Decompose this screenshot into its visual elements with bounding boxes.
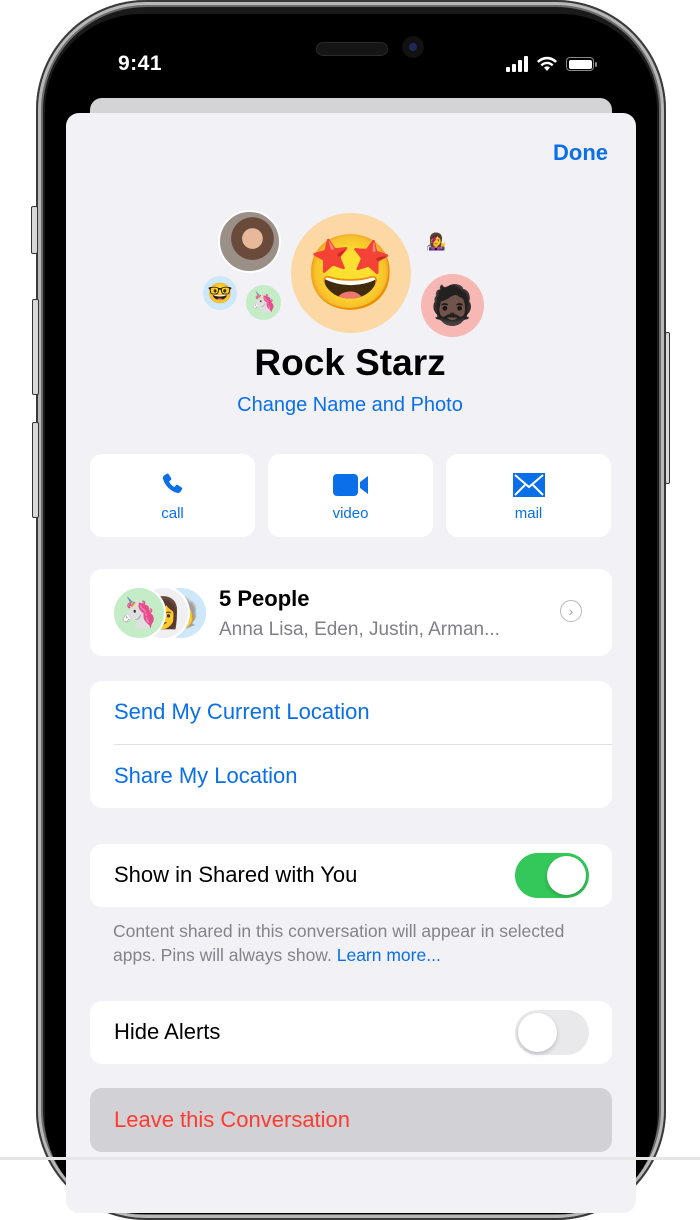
mail-label: mail [514,505,543,522]
volume-down-button [32,422,39,518]
battery-icon [566,57,597,71]
toggle-knob [547,856,586,895]
share-my-location-button[interactable]: Share My Location [114,763,297,789]
people-row[interactable]: 🧓 👩 🦄 5 People Anna Lisa, Eden, Justin, … [90,569,612,656]
group-name: Rock Starz [254,342,446,383]
member-avatar-pink: 👩‍🎤 [423,229,449,255]
earpiece-speaker [316,42,388,56]
phone-icon [159,471,187,499]
toggle-knob [518,1013,557,1052]
wifi-icon [537,56,557,71]
member-avatar-stack: 🧓 👩 🦄 [112,586,212,640]
video-camera-icon [332,471,370,499]
front-camera [402,36,424,58]
hide-alerts-row: Hide Alerts [90,1001,612,1064]
shared-with-you-toggle[interactable] [515,853,589,898]
member-avatar-photo [218,210,281,273]
location-group: Send My Current Location Share My Locati… [90,681,612,808]
shared-with-you-row: Show in Shared with You [90,844,612,907]
cellular-signal-icon [506,56,528,72]
call-button[interactable]: call [90,454,255,537]
call-label: call [161,505,184,522]
video-button[interactable]: video [268,454,433,537]
learn-more-link[interactable]: Learn more... [337,945,441,965]
change-name-photo-link[interactable]: Change Name and Photo [0,394,700,417]
leave-conversation-button[interactable]: Leave this Conversation [90,1088,612,1152]
member-avatar-glasses: 🤓 [203,276,237,310]
chevron-right-circle-icon[interactable]: › [560,600,582,622]
stack-avatar-1: 🦄 [112,586,166,640]
leave-conversation-label: Leave this Conversation [114,1107,351,1132]
shared-with-you-label: Show in Shared with You [114,862,358,887]
envelope-icon [512,471,546,499]
send-current-location-button[interactable]: Send My Current Location [114,699,370,725]
mute-switch [31,206,38,254]
done-button[interactable]: Done [553,140,608,166]
status-icons [506,56,597,72]
divider [114,744,612,745]
hide-alerts-label: Hide Alerts [114,1019,221,1044]
people-names: Anna Lisa, Eden, Justin, Arman... [219,619,500,640]
member-avatar-unicorn: 🦄 [246,285,281,320]
video-label: video [332,505,369,522]
mail-button[interactable]: mail [446,454,611,537]
people-count: 5 People [219,586,310,611]
shared-with-you-footnote: Content shared in this conversation will… [113,919,583,967]
hide-alerts-toggle[interactable] [515,1010,589,1055]
member-avatar-beard: 🧔🏿 [421,274,484,337]
status-time: 9:41 [118,52,163,75]
group-avatar[interactable]: 🤩 [291,213,411,333]
